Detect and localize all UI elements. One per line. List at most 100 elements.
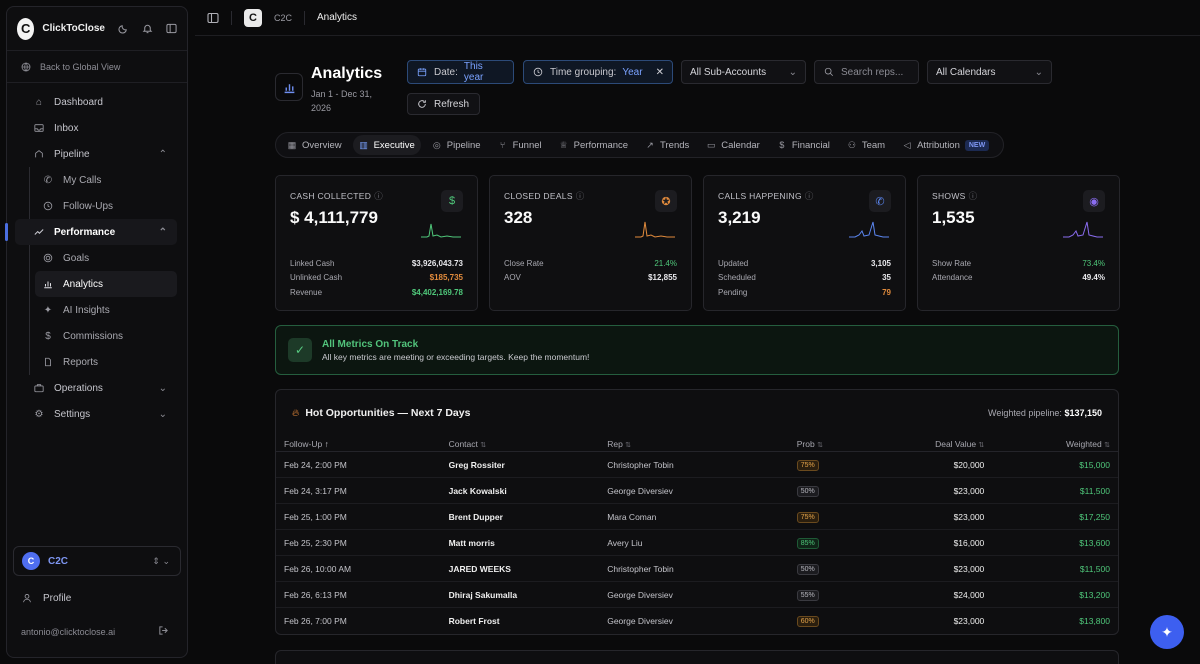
sidebar-item-dashboard[interactable]: ⌂ Dashboard	[15, 89, 177, 115]
sort-asc-icon: ↑	[324, 438, 329, 449]
cell-follow-up: Feb 25, 1:00 PM	[284, 511, 347, 522]
tab-label: Pipeline	[446, 139, 481, 151]
account-switcher[interactable]: C C2C ⇕ ⌄	[13, 546, 181, 576]
chevron-down-icon: ⌄	[158, 408, 167, 420]
sidebar-panel-icon[interactable]	[207, 12, 219, 24]
table-row[interactable]: Feb 24, 2:00 PM Greg Rossiter Christopher …	[276, 452, 1118, 478]
bell-icon[interactable]	[142, 23, 153, 35]
tab-team[interactable]: ⚇ Team	[841, 135, 891, 155]
header-label: Follow-Up	[284, 438, 323, 449]
sidebar-item-my-calls[interactable]: ✆ My Calls	[35, 167, 177, 193]
tab-trends[interactable]: ↗ Trends	[639, 135, 695, 155]
subaccount-select[interactable]: All Sub-Accounts ⌄	[681, 60, 806, 84]
clock-icon	[532, 66, 544, 78]
tab-calendar[interactable]: ▭ Calendar	[700, 135, 766, 155]
refresh-button[interactable]: Refresh	[407, 93, 480, 115]
date-filter[interactable]: Date: This year	[407, 60, 514, 84]
breadcrumb-account[interactable]: C2C	[274, 13, 292, 23]
cell-contact: Brent Dupper	[448, 511, 503, 522]
clock-icon	[42, 200, 54, 212]
sidebar-item-ai-insights[interactable]: ✦ AI Insights	[35, 297, 177, 323]
table-row[interactable]: Feb 24, 3:17 PM Jack Kowalski George Diver…	[276, 478, 1118, 504]
sidebar-item-performance[interactable]: Performance ⌃	[5, 219, 177, 245]
calendar-select[interactable]: All Calendars ⌄	[927, 60, 1052, 84]
tab-label: Performance	[573, 139, 629, 151]
table-row[interactable]: Feb 26, 6:13 PM Dhiraj Sakumalla George Di…	[276, 582, 1118, 608]
column-header-weighted[interactable]: Weighted ⇅	[984, 439, 1110, 449]
hot-opportunities-table: 🔥︎ Hot Opportunities — Next 7 Days Weigh…	[275, 389, 1119, 635]
column-header-deal-value[interactable]: Deal Value ⇅	[867, 439, 984, 449]
info-icon[interactable]: ⓘ	[969, 191, 978, 201]
cell-prob: 55%	[796, 589, 867, 601]
building-icon: ▥	[359, 139, 368, 150]
weighted-label: Weighted pipeline:	[988, 408, 1062, 418]
sidebar-item-inbox[interactable]: Inbox	[15, 115, 177, 141]
kpi-card-calls: CALLS HAPPENING ⓘ 3,219 ✆ Updated 3,105 Sc…	[703, 175, 906, 311]
tab-performance[interactable]: ♕ Performance	[553, 135, 634, 155]
sidebar-item-goals[interactable]: Goals	[35, 245, 177, 271]
row-label: Scheduled	[718, 273, 756, 283]
tab-financial[interactable]: $ Financial	[771, 135, 836, 155]
close-icon[interactable]: ✕	[656, 67, 664, 78]
info-icon[interactable]: ⓘ	[576, 191, 585, 201]
tab-pipeline[interactable]: ◎ Pipeline	[426, 135, 487, 155]
branch-icon: ⑂	[499, 140, 506, 150]
brand-logo[interactable]: C	[17, 17, 35, 40]
tab-overview[interactable]: ▦ Overview	[281, 135, 348, 155]
back-label: Back to Global View	[40, 61, 121, 72]
sidebar-item-label: AI Insights	[63, 304, 110, 316]
row-value: $185,735	[429, 273, 463, 283]
tab-executive[interactable]: ▥ Executive	[352, 135, 421, 155]
top-bar: C C2C Analytics	[195, 0, 1200, 36]
check-icon: ✓	[288, 338, 312, 362]
cell-follow-up: Feb 24, 2:00 PM	[284, 459, 347, 470]
table-row[interactable]: Feb 25, 2:30 PM Matt morris Avery Liu 85% $1…	[276, 530, 1118, 556]
sidebar-item-pipeline[interactable]: Pipeline ⌃	[15, 141, 177, 167]
sidebar-item-commissions[interactable]: $ Commissions	[35, 323, 177, 349]
tab-label: Overview	[302, 139, 342, 151]
cell-rep: Christopher Tobin	[607, 563, 674, 574]
info-icon[interactable]: ⓘ	[805, 191, 814, 201]
column-header-follow-up[interactable]: Follow-Up ↑	[284, 439, 449, 449]
profile-link[interactable]: Profile	[21, 592, 71, 604]
column-header-prob[interactable]: Prob ⇅	[797, 439, 867, 449]
sidebar-item-settings[interactable]: ⚙ Settings ⌄	[15, 401, 177, 427]
column-header-contact[interactable]: Contact ⇅	[449, 439, 608, 449]
weighted-pipeline: Weighted pipeline: $137,150	[988, 408, 1102, 418]
prob-pill: 75%	[796, 511, 819, 523]
table-row[interactable]: Feb 26, 10:00 AM JARED WEEKS Christopher T…	[276, 556, 1118, 582]
sidebar-item-label: Reports	[63, 356, 99, 368]
sidebar-item-analytics[interactable]: Analytics	[35, 271, 177, 297]
time-grouping-filter[interactable]: Time grouping: Year ✕	[523, 60, 673, 84]
cell-rep: Mara Coman	[607, 511, 657, 522]
table-row[interactable]: Feb 26, 7:00 PM Robert Frost George Divers…	[276, 608, 1118, 634]
sidebar-toggle-icon[interactable]	[166, 23, 177, 35]
megaphone-icon: ◁	[903, 139, 911, 150]
cell-weighted: $13,200	[1079, 589, 1110, 600]
sidebar-item-label: Dashboard	[54, 96, 103, 108]
sidebar-item-operations[interactable]: Operations ⌄	[15, 375, 177, 401]
tab-attribution[interactable]: ◁ Attribution NEW	[896, 135, 995, 155]
search-reps-input[interactable]: Search reps...	[814, 60, 919, 84]
row-value: 73.4%	[1082, 259, 1105, 268]
sidebar-item-label: My Calls	[63, 174, 102, 186]
sort-icon: ⇅	[480, 441, 487, 449]
row-label: Show Rate	[932, 259, 972, 268]
tab-funnel[interactable]: ⑂ Funnel	[492, 135, 548, 155]
logout-icon[interactable]	[158, 625, 169, 639]
trend-icon: ↗	[646, 139, 654, 150]
ai-assistant-button[interactable]: ✦	[1150, 615, 1184, 649]
info-icon[interactable]: ⓘ	[374, 191, 383, 201]
award-icon: ✪	[655, 190, 677, 212]
header-label: Rep	[607, 438, 623, 449]
column-header-rep[interactable]: Rep ⇅	[607, 439, 797, 449]
table-row[interactable]: Feb 25, 1:00 PM Brent Dupper Mara Coman 75%…	[276, 504, 1118, 530]
moon-icon[interactable]	[118, 23, 129, 35]
date-filter-label: Date:	[434, 66, 458, 78]
cell-weighted: $13,800	[1079, 616, 1110, 626]
cell-prob: 75%	[796, 511, 867, 523]
back-to-global-link[interactable]: Back to Global View	[7, 51, 187, 83]
cell-rep: Christopher Tobin	[607, 459, 674, 470]
sidebar-item-reports[interactable]: Reports	[35, 349, 177, 375]
sidebar-item-follow-ups[interactable]: Follow-Ups	[35, 193, 177, 219]
